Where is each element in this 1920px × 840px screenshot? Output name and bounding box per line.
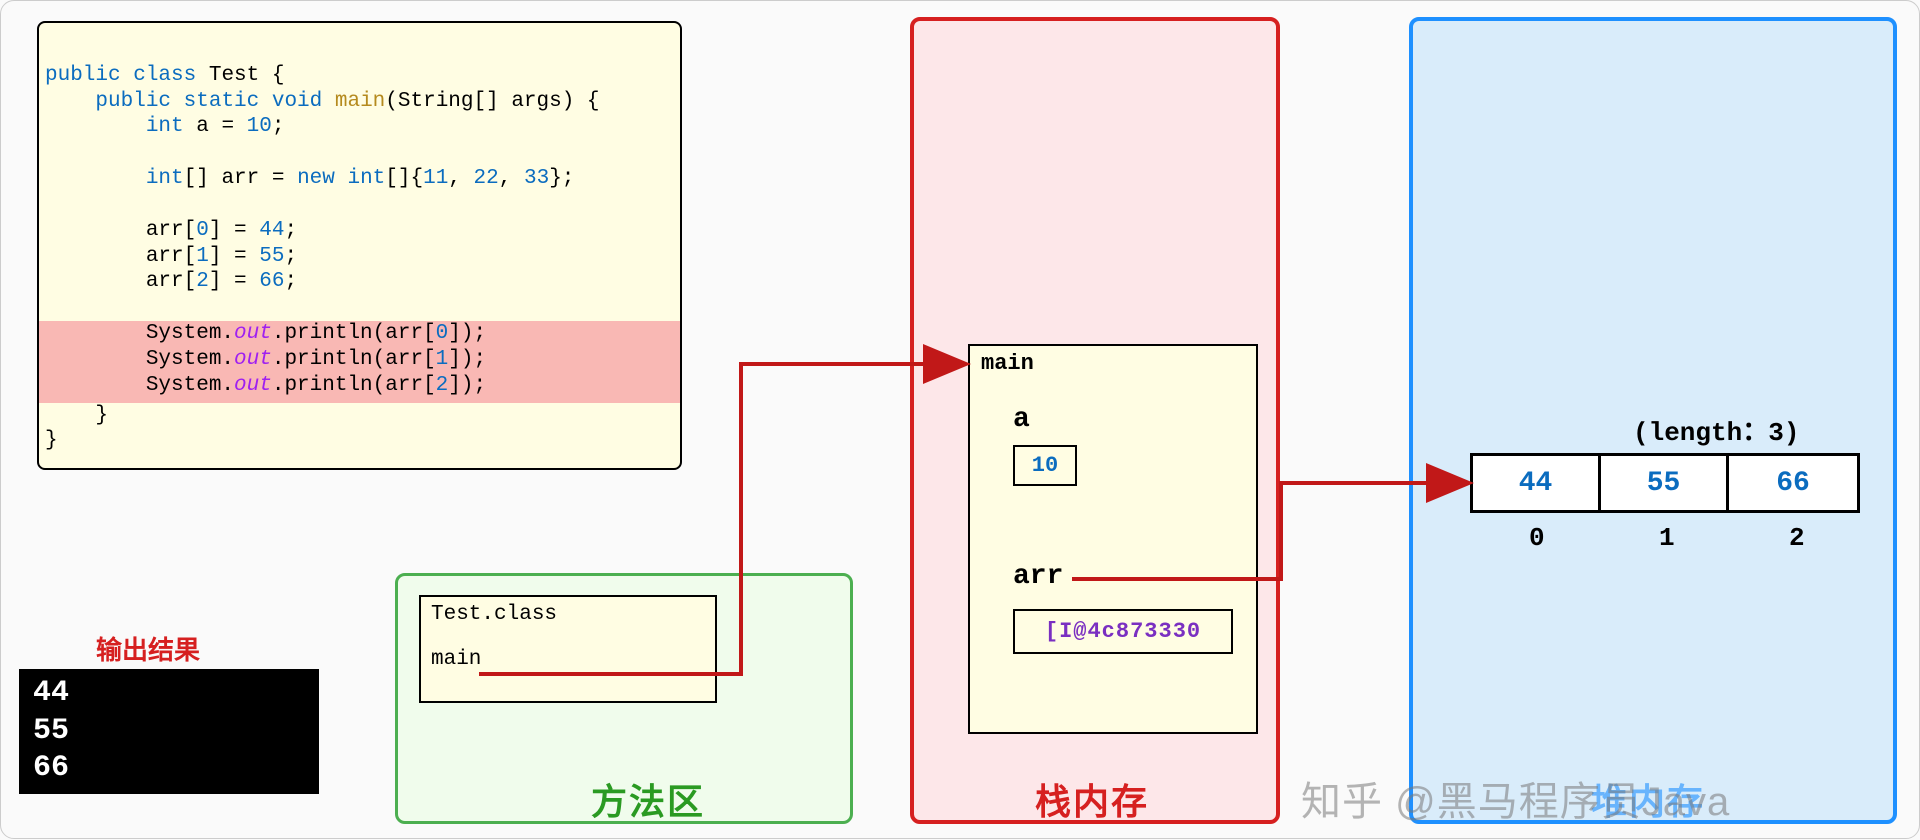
console-line-0: 44 [33, 675, 305, 713]
stack-frame-name: main [981, 351, 1034, 376]
heap-length-label: (length：3) [1633, 411, 1799, 448]
heap-idx-0: 0 [1529, 523, 1545, 553]
method-area-label: 方法区 [591, 773, 705, 825]
console-line-2: 66 [33, 750, 305, 788]
var-arr-value: [I@4c873330 [1013, 609, 1233, 654]
console-box: 44 55 66 [19, 669, 319, 794]
method-area-classfile-box: Test.class main [419, 595, 717, 703]
stack-area-label: 栈内存 [1035, 773, 1149, 825]
heap-array-box: 44 55 66 [1470, 453, 1860, 513]
heap-idx-1: 1 [1659, 523, 1675, 553]
console-line-1: 55 [33, 713, 305, 751]
method-name-entry: main [431, 648, 705, 671]
var-a-name: a [1013, 404, 1030, 435]
classfile-name: Test.class [431, 603, 705, 626]
stack-frame [968, 344, 1258, 734]
code-box: public class Test { public static void m… [37, 21, 682, 470]
heap-idx-2: 2 [1789, 523, 1805, 553]
var-a-value: 10 [1013, 445, 1077, 486]
heap-cell-1: 55 [1601, 456, 1729, 510]
var-arr-name: arr [1013, 561, 1063, 592]
watermark-text: 知乎 @黑马程序员Java [1301, 769, 1730, 827]
heap-cell-2: 66 [1729, 456, 1857, 510]
output-label: 输出结果 [96, 630, 200, 667]
heap-cell-0: 44 [1473, 456, 1601, 510]
